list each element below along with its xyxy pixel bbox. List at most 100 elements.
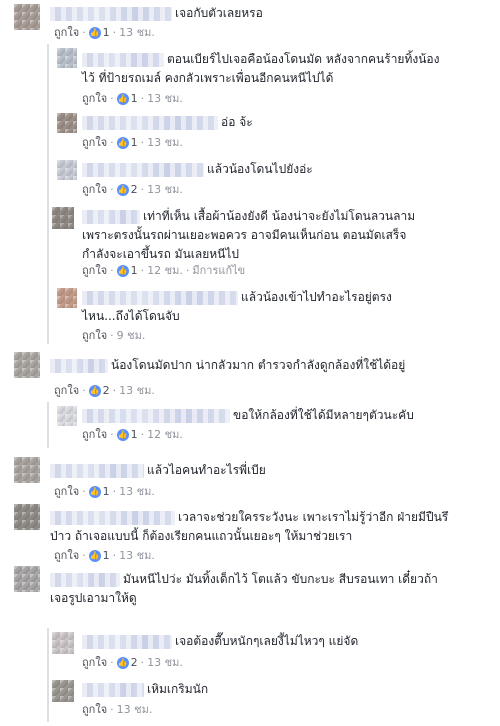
timestamp[interactable]: 13 ชม. — [147, 656, 183, 669]
thumbs-up-icon: 👍 — [116, 137, 129, 149]
comment-text: ตอนเบียร์ไปเจอคือน้องโดนมัด หลังจากคนร้า… — [167, 52, 440, 66]
like-button[interactable]: ถูกใจ — [82, 656, 107, 669]
comment-text: ขอให้กล้องที่ใช้ได้มีหลายๆตัวนะคับ — [233, 408, 414, 422]
thumbs-up-icon: 👍 — [88, 27, 101, 39]
avatar[interactable] — [14, 504, 40, 530]
comment-body: ขอให้กล้องที่ใช้ได้มีหลายๆตัวนะคับ — [82, 406, 414, 425]
like-count[interactable]: 1 — [103, 549, 110, 562]
timestamp[interactable]: 9 ชม. — [117, 329, 146, 342]
like-count[interactable]: 2 — [131, 183, 138, 196]
commenter-name[interactable] — [82, 52, 164, 67]
avatar[interactable] — [14, 566, 40, 592]
comment: เจอกับตัวเลยหรอ ถูกใจ · 👍 1 · 13 ชม. — [14, 2, 494, 42]
like-count[interactable]: 2 — [131, 656, 138, 669]
like-button[interactable]: ถูกใจ — [82, 703, 107, 716]
comment-text: เพราะตรงนั้นรถผ่านเยอะพอควร อาจมีคนเห็นก… — [82, 228, 407, 242]
avatar[interactable] — [57, 288, 77, 308]
comment-text: เท่าที่เห็น เสื้อผ้าน้องยังดี น้องน่าจะย… — [143, 209, 416, 223]
commenter-name[interactable] — [50, 358, 108, 373]
like-button[interactable]: ถูกใจ — [82, 428, 107, 441]
reply-comment: เจอต้องตื๊บหนักๆเลยงี้ไม่ไหวๆ แย่จัด ถูก… — [52, 630, 497, 674]
commenter-name[interactable] — [82, 682, 144, 697]
commenter-name[interactable] — [50, 463, 144, 478]
like-button[interactable]: ถูกใจ — [54, 549, 79, 562]
like-button[interactable]: ถูกใจ — [54, 384, 79, 397]
reply-rail — [47, 628, 49, 722]
like-button[interactable]: ถูกใจ — [82, 136, 107, 149]
comment-body: เหิมเกริมนัก — [82, 680, 208, 699]
avatar[interactable] — [57, 160, 77, 180]
reply-comment: เหิมเกริมนัก ถูกใจ · 13 ชม. — [52, 678, 497, 722]
commenter-name[interactable] — [50, 572, 120, 587]
thumbs-up-icon: 👍 — [88, 486, 101, 498]
comment: น้องโดนมัดปาก น่ากลัวมาก ตำรวจกำลังดูกล้… — [14, 352, 494, 398]
like-count[interactable]: 1 — [103, 26, 110, 39]
avatar[interactable] — [52, 680, 74, 702]
comment-body: แล้วไอคนทำอะไรพี่เบีย — [50, 461, 266, 480]
like-button[interactable]: ถูกใจ — [54, 26, 79, 39]
timestamp[interactable]: 13 ชม. — [117, 703, 153, 716]
comment-text: มันหนีไปว่ะ มันทิ้งเด็กไว้ โตแล้ว ขับกะบ… — [123, 572, 438, 586]
comment-body: อ่อ จ้ะ — [82, 113, 253, 132]
avatar[interactable] — [57, 48, 77, 68]
thumbs-up-icon: 👍 — [116, 184, 129, 196]
comment-body: แล้วน้องโดนไปยังอ่ะ — [82, 160, 313, 179]
like-count[interactable]: 1 — [131, 428, 138, 441]
comment-actions: ถูกใจ · 👍 1 · 13 ชม. — [82, 92, 183, 105]
like-button[interactable]: ถูกใจ — [82, 264, 107, 277]
timestamp[interactable]: 13 ชม. — [119, 485, 155, 498]
commenter-name[interactable] — [82, 290, 238, 305]
comment-actions: ถูกใจ · 👍 1 · 13 ชม. — [82, 136, 183, 149]
like-count[interactable]: 1 — [131, 92, 138, 105]
commenter-name[interactable] — [82, 408, 230, 423]
comment-text: น้องโดนมัดปาก น่ากลัวมาก ตำรวจกำลังดูกล้… — [111, 358, 406, 372]
like-count[interactable]: 1 — [103, 485, 110, 498]
timestamp[interactable]: 12 ชม. — [147, 428, 183, 441]
avatar[interactable] — [14, 457, 40, 483]
timestamp[interactable]: 13 ชม. — [119, 26, 155, 39]
like-count[interactable]: 1 — [131, 264, 138, 277]
comment-actions: ถูกใจ · 👍 1 · 13 ชม. — [54, 485, 155, 498]
like-button[interactable]: ถูกใจ — [54, 485, 79, 498]
timestamp[interactable]: 12 ชม. — [147, 264, 183, 277]
timestamp[interactable]: 13 ชม. — [147, 136, 183, 149]
commenter-name[interactable] — [82, 115, 218, 130]
edited-label[interactable]: มีการแก้ไข — [192, 264, 245, 277]
comment-body: เจอต้องตื๊บหนักๆเลยงี้ไม่ไหวๆ แย่จัด — [82, 632, 358, 651]
avatar[interactable] — [52, 207, 74, 229]
reply-comment: เท่าที่เห็น เสื้อผ้าน้องยังดี น้องน่าจะย… — [52, 205, 497, 281]
reply-comment: แล้วน้องเข้าไปทำอะไรอยู่ตรง ไหน...ถึงได้… — [57, 286, 497, 344]
like-count[interactable]: 1 — [131, 136, 138, 149]
timestamp[interactable]: 13 ชม. — [119, 384, 155, 397]
avatar[interactable] — [57, 406, 77, 426]
like-button[interactable]: ถูกใจ — [82, 92, 107, 105]
like-button[interactable]: ถูกใจ — [82, 329, 107, 342]
avatar[interactable] — [52, 632, 74, 654]
comment: เวลาจะช่วยใครระวังนะ เพาะเราไม่รู้ว่าอีก… — [14, 504, 494, 564]
comment-text: ไว้ ที่ป้ายรถเมล์ คงกลัวเพราะเพื่อนอีกคน… — [82, 71, 334, 85]
comment: มันหนีไปว่ะ มันทิ้งเด็กไว้ โตแล้ว ขับกะบ… — [14, 566, 494, 628]
like-button[interactable]: ถูกใจ — [82, 183, 107, 196]
comment-actions: ถูกใจ · 9 ชม. — [82, 329, 146, 342]
thumbs-up-icon: 👍 — [88, 550, 101, 562]
commenter-name[interactable] — [82, 162, 204, 177]
commenter-name[interactable] — [50, 510, 175, 525]
timestamp[interactable]: 13 ชม. — [119, 549, 155, 562]
thumbs-up-icon: 👍 — [116, 265, 129, 277]
commenter-name[interactable] — [50, 6, 172, 21]
comment-text: เหิมเกริมนัก — [147, 682, 209, 696]
timestamp[interactable]: 13 ชม. — [147, 183, 183, 196]
comment-text: เวลาจะช่วยใครระวังนะ เพาะเราไม่รู้ว่าอีก… — [178, 510, 449, 524]
avatar[interactable] — [14, 4, 40, 30]
avatar[interactable] — [57, 113, 77, 133]
comment-body: ตอนเบียร์ไปเจอคือน้องโดนมัด หลังจากคนร้า… — [82, 50, 440, 88]
like-count[interactable]: 2 — [103, 384, 110, 397]
reply-rail — [47, 44, 49, 344]
reply-comment: ตอนเบียร์ไปเจอคือน้องโดนมัด หลังจากคนร้า… — [57, 46, 497, 106]
commenter-name[interactable] — [82, 634, 172, 649]
timestamp[interactable]: 13 ชม. — [147, 92, 183, 105]
avatar[interactable] — [14, 352, 40, 378]
comment-body: เวลาจะช่วยใครระวังนะ เพาะเราไม่รู้ว่าอีก… — [50, 508, 448, 546]
commenter-name[interactable] — [82, 209, 140, 224]
comment-body: มันหนีไปว่ะ มันทิ้งเด็กไว้ โตแล้ว ขับกะบ… — [50, 570, 438, 608]
